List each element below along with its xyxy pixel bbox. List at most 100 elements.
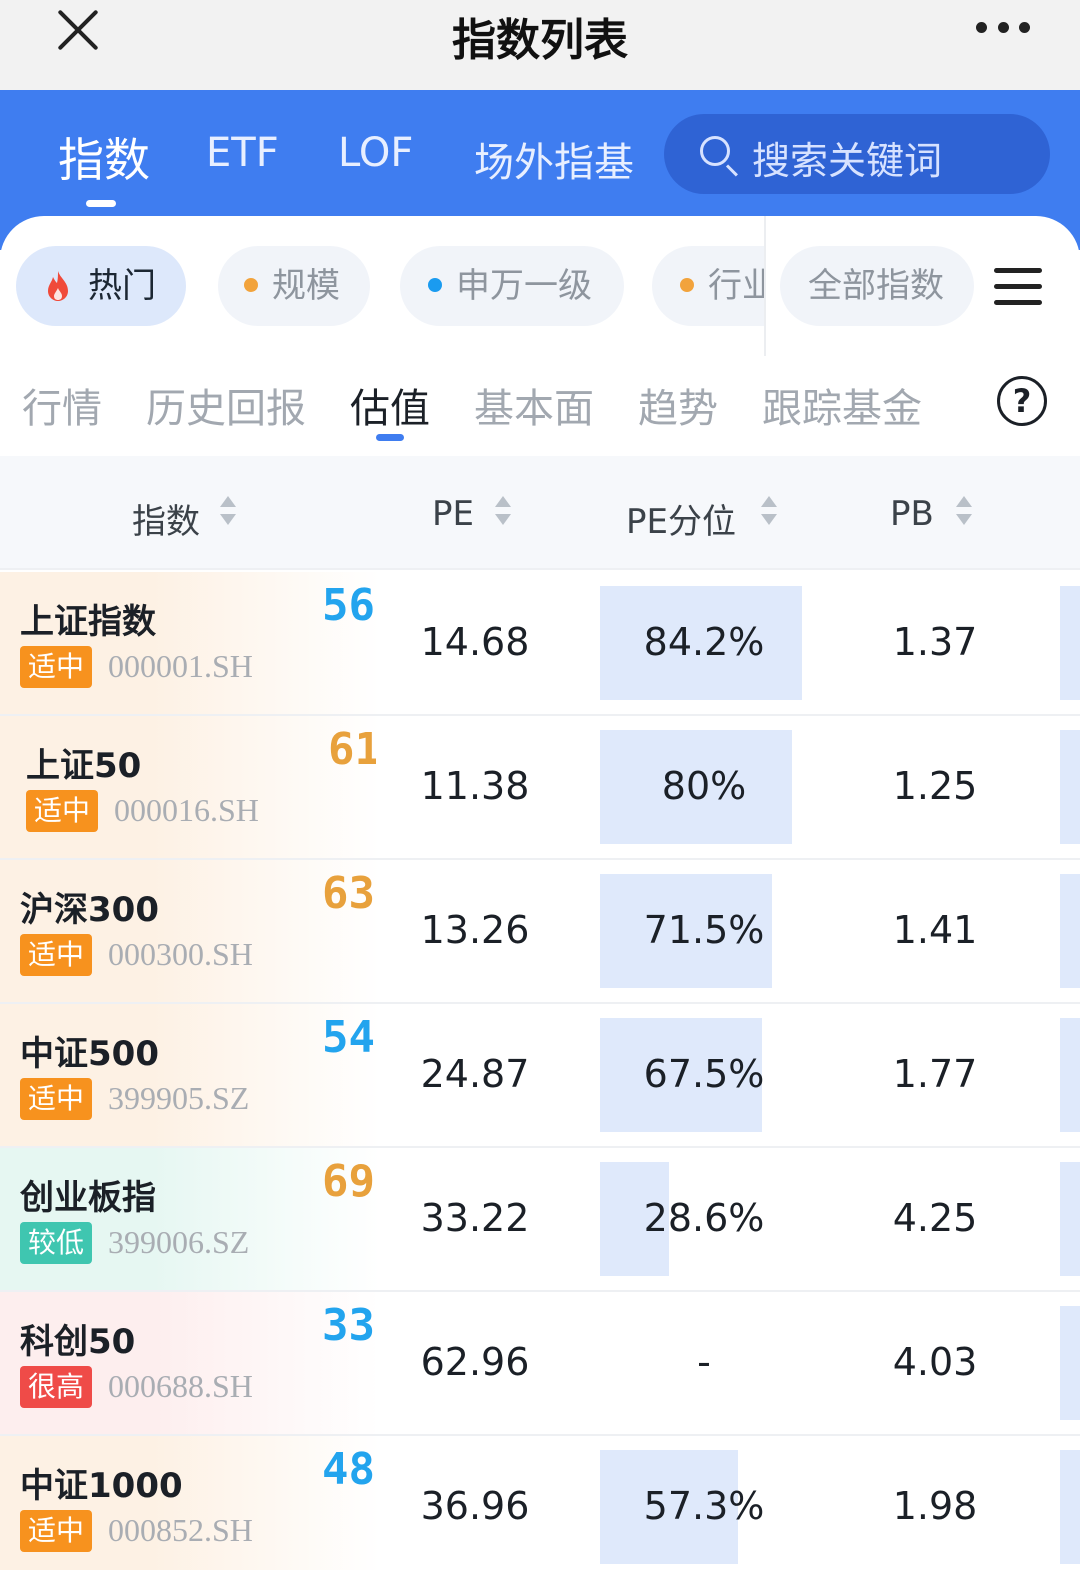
pe-percentile-value: 28.6%	[643, 1196, 765, 1240]
valuation-badge: 适中	[20, 934, 92, 976]
valuation-badge: 适中	[26, 790, 98, 832]
table-header: 指数 PE PE分位 PB	[0, 456, 1080, 570]
index-code: 000300.SH	[108, 936, 253, 972]
pe-percentile-value: 84.2%	[643, 620, 765, 664]
pe-value: 14.68	[420, 620, 530, 664]
category-sw-level1[interactable]: 申万一级	[400, 246, 624, 326]
pb-value: 1.41	[892, 908, 978, 952]
pb-value: 1.98	[892, 1484, 978, 1528]
valuation-badge: 适中	[20, 646, 92, 688]
search-input[interactable]: 搜索关键词	[664, 114, 1050, 194]
index-name: 创业板指	[20, 1178, 156, 1218]
pe-percentile-value: 67.5%	[643, 1052, 765, 1096]
temperature-score: 56	[322, 580, 375, 631]
tab-lof[interactable]: LOF	[338, 130, 413, 176]
more-icon[interactable]	[976, 22, 1030, 36]
tab-index[interactable]: 指数	[58, 124, 150, 190]
temperature-score: 63	[322, 868, 375, 919]
index-code: 000688.SH	[108, 1368, 253, 1404]
subtab-trend[interactable]: 趋势	[638, 376, 718, 434]
tab-otc-index-fund[interactable]: 场外指基	[474, 130, 634, 188]
table-row[interactable]: 沪深300 适中 000300.SH 63 13.26 71.5% 1.41	[0, 860, 1080, 1004]
active-tab-indicator	[86, 200, 116, 207]
table-row[interactable]: 上证50 适中 000016.SH 61 11.38 80% 1.25	[0, 716, 1080, 860]
pe-percentile-value: 71.5%	[643, 908, 765, 952]
index-code: 399006.SZ	[108, 1224, 250, 1260]
table-row[interactable]: 科创50 很高 000688.SH 33 62.96 - 4.03	[0, 1292, 1080, 1436]
index-name: 科创50	[20, 1322, 136, 1362]
table-row[interactable]: 中证500 适中 399905.SZ 54 24.87 67.5% 1.77	[0, 1004, 1080, 1148]
subtab-market[interactable]: 行情	[22, 376, 102, 434]
table-row[interactable]: 中证1000 适中 000852.SH 48 36.96 57.3% 1.98	[0, 1436, 1080, 1570]
pb-value: 4.03	[892, 1340, 978, 1384]
index-name: 沪深300	[20, 890, 159, 930]
valuation-badge: 适中	[20, 1510, 92, 1552]
pe-value: 33.22	[420, 1196, 530, 1240]
header-pe-percentile[interactable]: PE分位	[626, 494, 736, 543]
pb-value: 1.25	[892, 764, 978, 808]
sort-icon[interactable]	[956, 496, 972, 528]
category-industry-clip: 行业	[652, 246, 766, 326]
pb-value: 4.25	[892, 1196, 978, 1240]
sort-icon[interactable]	[495, 496, 511, 528]
subtab-valuation[interactable]: 估值	[350, 376, 430, 434]
pe-percentile-value: -	[697, 1340, 711, 1384]
subtab-fundamentals[interactable]: 基本面	[474, 376, 594, 434]
index-code: 399905.SZ	[108, 1080, 250, 1116]
title-bar: 指数列表	[0, 0, 1080, 90]
index-name: 中证500	[20, 1034, 159, 1074]
category-all-index[interactable]: 全部指数	[780, 246, 974, 326]
subtab-tracking-funds[interactable]: 跟踪基金	[762, 376, 922, 434]
valuation-badge: 较低	[20, 1222, 92, 1264]
pe-percentile-value: 80%	[661, 764, 747, 808]
help-icon[interactable]: ?	[997, 376, 1047, 426]
index-code: 000016.SH	[114, 792, 259, 828]
orange-dot-icon	[680, 277, 694, 292]
valuation-badge: 很高	[20, 1366, 92, 1408]
next-column-cell	[1060, 1306, 1080, 1420]
temperature-score: 61	[328, 724, 376, 775]
next-column-cell	[1060, 1450, 1080, 1564]
header-index[interactable]: 指数	[132, 494, 200, 543]
next-column-cell	[1060, 1018, 1080, 1132]
blue-dot-icon	[428, 277, 442, 292]
temperature-score: 48	[322, 1444, 375, 1495]
pe-value: 24.87	[420, 1052, 530, 1096]
next-column-cell	[1060, 730, 1080, 844]
index-name: 上证指数	[20, 602, 156, 642]
category-scale[interactable]: 规模	[218, 246, 370, 326]
search-placeholder: 搜索关键词	[752, 139, 943, 183]
category-industry-label: 行业	[708, 266, 766, 306]
header-pe[interactable]: PE	[432, 494, 474, 534]
pe-value: 36.96	[420, 1484, 530, 1528]
table-row[interactable]: 创业板指 较低 399006.SZ 69 33.22 28.6% 4.25	[0, 1148, 1080, 1292]
index-name: 上证50	[26, 746, 142, 786]
category-hot-label: 热门	[88, 266, 156, 306]
category-hot[interactable]: 热门	[16, 246, 186, 326]
tab-etf[interactable]: ETF	[206, 130, 279, 176]
active-subtab-indicator	[376, 434, 404, 441]
next-column-cell	[1060, 1162, 1080, 1276]
category-all-index-label: 全部指数	[808, 266, 944, 306]
orange-dot-icon	[244, 277, 258, 292]
category-scale-label: 规模	[272, 266, 340, 306]
pb-value: 1.37	[892, 620, 978, 664]
valuation-badge: 适中	[20, 1078, 92, 1120]
chip-divider	[764, 216, 766, 356]
sort-icon[interactable]	[220, 496, 236, 528]
pe-percentile-value: 57.3%	[643, 1484, 765, 1528]
menu-icon[interactable]	[994, 268, 1044, 306]
temperature-score: 69	[322, 1156, 375, 1207]
header-pb[interactable]: PB	[890, 494, 934, 534]
pe-value: 13.26	[420, 908, 530, 952]
table-row[interactable]: 上证指数 适中 000001.SH 56 14.68 84.2% 1.37	[0, 572, 1080, 716]
index-code: 000001.SH	[108, 648, 253, 684]
pe-value: 62.96	[420, 1340, 530, 1384]
search-icon	[700, 136, 730, 166]
page-title: 指数列表	[452, 15, 628, 66]
index-name: 中证1000	[20, 1466, 183, 1506]
sort-icon[interactable]	[761, 496, 777, 528]
content-sheet: 热门 规模 申万一级 行业 全部指数 行情 历史回报 估值 基本面 趋势 跟踪基…	[0, 216, 1080, 1570]
category-industry[interactable]: 行业	[652, 246, 766, 326]
subtab-history-return[interactable]: 历史回报	[146, 376, 306, 434]
